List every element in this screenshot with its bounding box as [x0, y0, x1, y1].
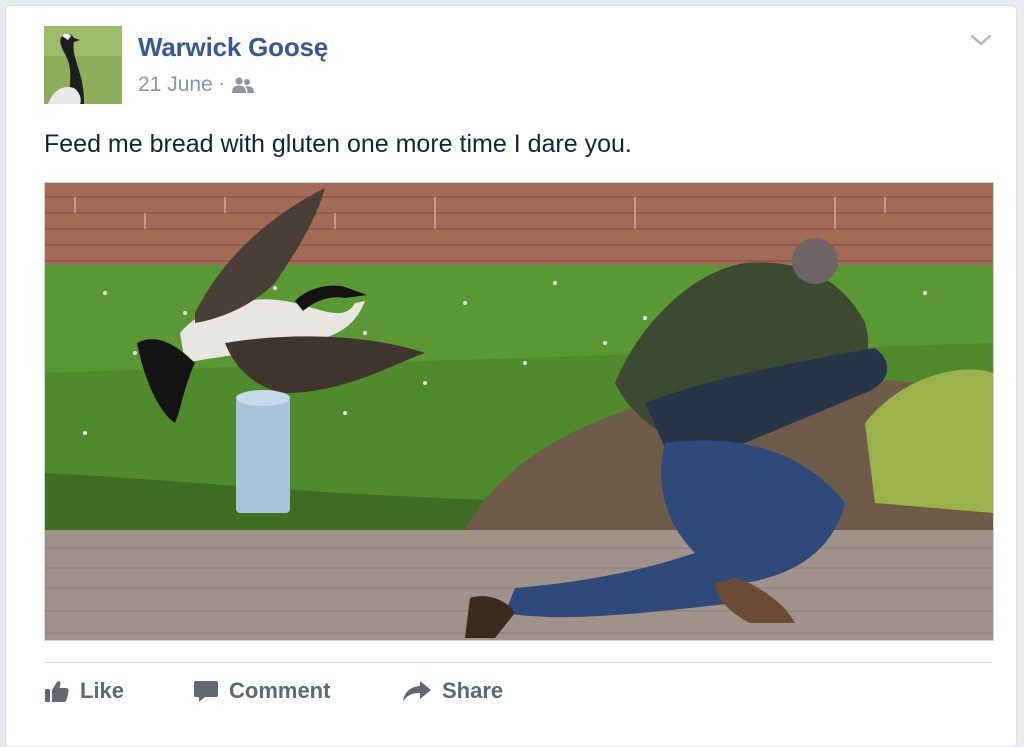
post-photo[interactable] [44, 182, 994, 641]
avatar[interactable] [44, 26, 122, 104]
author-name-link[interactable]: Warwick Goosę [138, 32, 328, 63]
like-button[interactable]: Like [44, 678, 124, 704]
share-label: Share [442, 678, 504, 703]
post-date[interactable]: 21 June [138, 73, 213, 97]
thumbs-up-icon [45, 681, 69, 702]
actions-divider [44, 662, 992, 663]
comment-button[interactable]: Comment [193, 678, 330, 704]
share-arrow-icon [403, 681, 431, 702]
chevron-down-icon[interactable] [968, 30, 994, 50]
meta-separator: · [218, 72, 225, 93]
post-text: Feed me bread with gluten one more time … [44, 130, 632, 158]
friends-icon[interactable] [231, 76, 255, 94]
comment-label: Comment [229, 678, 331, 703]
post-card: Warwick Goosę 21 June · Feed me bread wi… [5, 5, 1017, 747]
share-button[interactable]: Share [402, 678, 503, 704]
like-label: Like [80, 678, 125, 703]
speech-bubble-icon [194, 681, 218, 702]
post-meta: 21 June · [138, 73, 255, 97]
